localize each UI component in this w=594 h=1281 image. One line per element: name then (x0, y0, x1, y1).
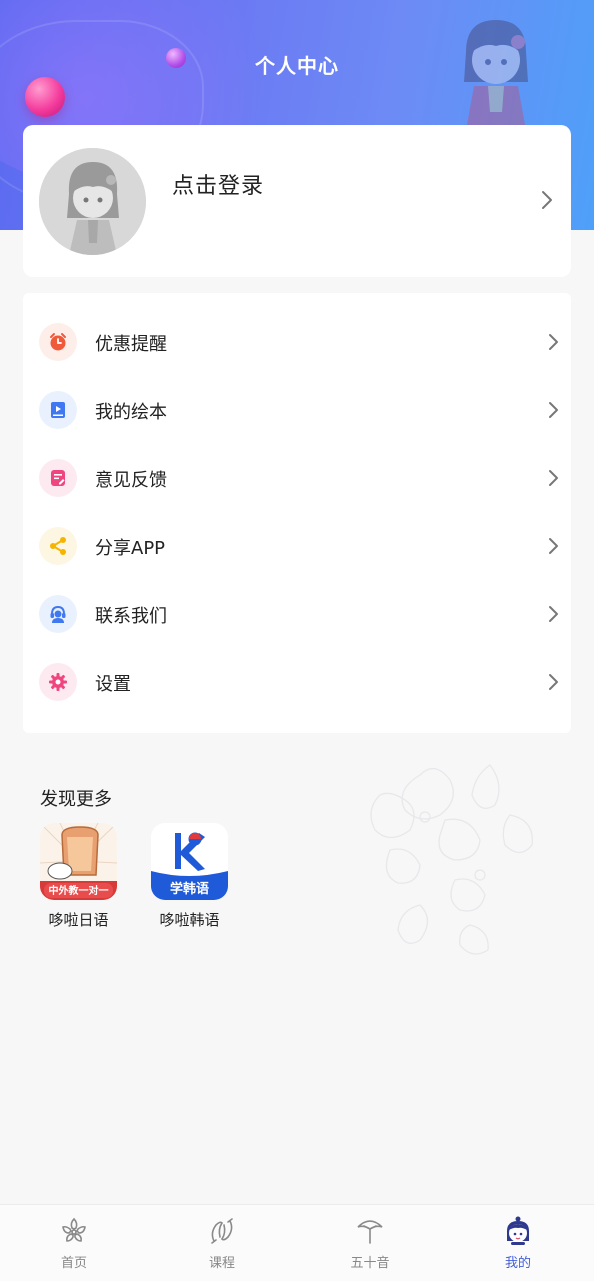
kimono-girl-illustration (464, 20, 528, 130)
login-prompt[interactable]: 点击登录 (172, 168, 264, 200)
chevron-right-icon[interactable] (539, 189, 555, 211)
menu-item-discount-reminder[interactable]: 优惠提醒 (23, 308, 571, 376)
korean-app-icon[interactable]: 学韩语 (151, 823, 228, 900)
menu-item-settings[interactable]: 设置 (23, 648, 571, 716)
share-icon (39, 527, 77, 565)
menu-item-share-app[interactable]: 分享APP (23, 512, 571, 580)
avatar[interactable] (39, 148, 146, 255)
tab-label: 五十音 (350, 1256, 390, 1271)
tab-label: 首页 (60, 1256, 87, 1271)
login-card[interactable]: 点击登录 (23, 125, 571, 277)
tab-courses[interactable]: 课程 (148, 1205, 296, 1281)
menu-item-my-picture-books[interactable]: 我的绘本 (23, 376, 571, 444)
pink-bubble-decoration (25, 77, 65, 117)
chevron-right-icon (549, 606, 558, 622)
customer-service-icon (39, 595, 77, 633)
chevron-right-icon (549, 538, 558, 554)
picture-book-icon (39, 391, 77, 429)
menu-item-label: 分享APP (95, 538, 166, 559)
menu-item-label: 设置 (95, 674, 131, 695)
app-tile-korean[interactable]: 学韩语 哆啦韩语 (151, 823, 241, 930)
menu-item-label: 我的绘本 (95, 402, 167, 423)
menu-item-contact-us[interactable]: 联系我们 (23, 580, 571, 648)
chevron-right-icon (549, 334, 558, 350)
settings-gear-icon (39, 663, 77, 701)
japanese-app-badge: 中外教一对一 (48, 886, 109, 897)
tab-home[interactable]: 首页 (0, 1205, 148, 1281)
girl-face-icon (507, 1216, 529, 1245)
chevron-right-icon (549, 674, 558, 690)
menu-item-label: 优惠提醒 (95, 334, 167, 355)
menu-item-label: 联系我们 (95, 606, 167, 627)
japanese-app-icon[interactable]: 中外教一对一 (40, 823, 117, 900)
korean-app-badge: 学韩语 (169, 882, 209, 897)
sakura-watermark-decoration (370, 764, 533, 955)
feedback-icon (39, 459, 77, 497)
menu-list: 优惠提醒 我的绘本 意见反馈 分享APP 联系我们 设置 (23, 293, 571, 733)
umbrella-icon (357, 1220, 383, 1244)
app-tile-japanese[interactable]: 中外教一对一 哆啦日语 (40, 823, 130, 930)
tab-label: 我的 (504, 1256, 531, 1271)
app-name: 哆啦日语 (48, 911, 109, 929)
chevron-right-icon (549, 470, 558, 486)
menu-item-feedback[interactable]: 意见反馈 (23, 444, 571, 512)
app-name: 哆啦韩语 (159, 911, 220, 929)
tab-gojuon[interactable]: 五十音 (296, 1205, 444, 1281)
flower-icon (62, 1217, 86, 1242)
alarm-clock-icon (39, 323, 77, 361)
bottom-tab-bar: 首页 课程 五十音 我的 (0, 1204, 594, 1281)
chevron-right-icon (549, 402, 558, 418)
tab-mine[interactable]: 我的 (444, 1205, 592, 1281)
menu-item-label: 意见反馈 (95, 470, 167, 491)
koi-fish-icon (211, 1218, 233, 1244)
default-avatar-icon (39, 148, 146, 255)
discover-title: 发现更多 (40, 789, 112, 810)
tab-label: 课程 (208, 1256, 235, 1271)
